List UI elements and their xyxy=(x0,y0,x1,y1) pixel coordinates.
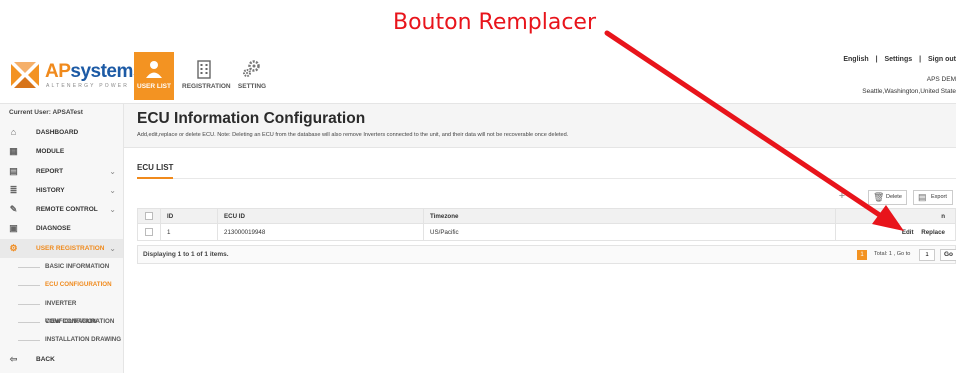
pagination-bar: Displaying 1 to 1 of 1 items. 1 Total: 1… xyxy=(137,245,956,264)
sidebar-item-history[interactable]: ≣ HISTORY ⌄ xyxy=(0,181,123,200)
pagination-info: Displaying 1 to 1 of 1 items. xyxy=(143,251,229,258)
column-header-id[interactable]: ID xyxy=(160,208,218,224)
go-button[interactable]: Go xyxy=(940,249,956,261)
section-underline xyxy=(137,177,173,179)
cell-timezone: US/Pacific xyxy=(423,223,836,241)
tab-registration[interactable]: REGISTRATION xyxy=(182,52,231,100)
app-header: APsystems ALTENERGY POWER USER LIST REGI… xyxy=(0,52,956,104)
chevron-down-icon: ⌄ xyxy=(109,205,116,215)
page-description: Add,edit,replace or delete ECU. Note: De… xyxy=(137,132,569,138)
top-links: English | Settings | Sign out xyxy=(838,56,956,63)
signout-link[interactable]: Sign out xyxy=(928,56,956,63)
page-number-button[interactable]: 1 xyxy=(857,250,867,260)
wrench-icon: ✎ xyxy=(9,204,18,215)
row-select-cell[interactable] xyxy=(137,223,161,241)
sidebar-subitem-installation-drawing[interactable]: INSTALLATION DRAWING xyxy=(0,331,123,349)
chevron-down-icon: ⌄ xyxy=(109,243,116,253)
replace-link[interactable]: Replace xyxy=(921,229,945,236)
tab-setting[interactable]: SETTING xyxy=(232,52,272,100)
sidebar-item-user-registration[interactable]: ⚙ USER REGISTRATION ⌄ xyxy=(0,238,123,259)
sidebar: Current User: APSATest ⌂ DASHBOARD ▦ MOD… xyxy=(0,104,124,373)
sidebar-item-remote-control[interactable]: ✎ REMOTE CONTROL ⌄ xyxy=(0,200,123,219)
settings-link[interactable]: Settings xyxy=(885,56,913,63)
export-icon: ▤ xyxy=(918,192,927,202)
divider xyxy=(137,178,956,179)
column-header-action: n xyxy=(835,208,956,224)
logo-text: APsystems xyxy=(45,61,143,82)
table-header-row: ID ECU ID Timezone n xyxy=(137,208,956,224)
delete-button[interactable]: 🗑 Delete xyxy=(868,190,907,205)
database-icon: ≣ xyxy=(9,184,18,195)
goto-page-input[interactable] xyxy=(919,249,935,261)
sidebar-subitem-ecu-configuration[interactable]: ECU CONFIGURATION xyxy=(0,276,123,294)
section-title: ECU LIST xyxy=(137,163,174,172)
cell-ecu-id: 213000019948 xyxy=(217,223,424,241)
page-title: ECU Information Configuration xyxy=(137,110,366,127)
user-icon xyxy=(146,61,162,78)
select-all-checkbox[interactable] xyxy=(145,212,153,220)
gears-icon xyxy=(243,60,260,77)
building-icon xyxy=(197,60,211,79)
apsystems-logo[interactable]: APsystems ALTENERGY POWER xyxy=(8,58,143,94)
language-link[interactable]: English xyxy=(843,56,868,63)
column-header-ecu-id[interactable]: ECU ID xyxy=(217,208,424,224)
tab-user-list[interactable]: USER LIST xyxy=(134,52,174,100)
main-content: ECU Information Configuration Add,edit,r… xyxy=(124,104,956,373)
current-user: Current User: APSATest xyxy=(9,109,83,116)
account-name: APS DEM xyxy=(926,76,956,83)
sidebar-item-report[interactable]: ▤ REPORT ⌄ xyxy=(0,162,123,181)
logo-mark-icon xyxy=(11,62,39,88)
cell-actions: Edit Replace xyxy=(835,223,956,241)
chevron-down-icon: ⌄ xyxy=(109,166,116,176)
row-checkbox[interactable] xyxy=(145,228,153,236)
page-header: ECU Information Configuration Add,edit,r… xyxy=(124,104,956,148)
sidebar-item-back[interactable]: ⇦ BACK xyxy=(0,350,123,369)
add-button[interactable]: + xyxy=(829,190,855,205)
sidebar-item-module[interactable]: ▦ MODULE xyxy=(0,142,123,161)
sidebar-subitem-inverter-configuration[interactable]: INVERTER CONFIGURATION xyxy=(0,295,123,325)
account-location: Seattle,Washington,United State xyxy=(862,88,956,95)
sidebar-item-diagnose[interactable]: ▣ DIAGNOSE xyxy=(0,219,123,238)
table-row: 1 213000019948 US/Pacific Edit Replace xyxy=(137,223,956,241)
logo-tagline: ALTENERGY POWER xyxy=(46,83,130,89)
sidebar-subitem-basic-information[interactable]: BASIC INFORMATION xyxy=(0,258,123,276)
select-all-cell[interactable] xyxy=(137,208,161,224)
edit-link[interactable]: Edit xyxy=(902,229,914,236)
back-icon: ⇦ xyxy=(9,353,18,364)
trash-icon: 🗑 xyxy=(873,192,885,202)
ecu-table: ID ECU ID Timezone n 1 213000019948 US/P… xyxy=(137,208,956,241)
sidebar-item-dashboard[interactable]: ⌂ DASHBOARD xyxy=(0,123,123,142)
diagnose-icon: ▣ xyxy=(9,223,18,234)
home-icon: ⌂ xyxy=(10,127,17,137)
separator: | xyxy=(919,56,922,63)
cogs-icon: ⚙ xyxy=(9,242,18,253)
annotation-title: Bouton Remplacer xyxy=(393,10,597,35)
separator: | xyxy=(875,56,878,63)
report-icon: ▤ xyxy=(9,165,18,176)
grid-icon: ▦ xyxy=(9,146,18,157)
column-header-timezone[interactable]: Timezone xyxy=(423,208,836,224)
export-button[interactable]: ▤ Export xyxy=(913,190,953,205)
chevron-down-icon: ⌄ xyxy=(109,185,116,195)
sidebar-subitem-view-configuration[interactable]: VIEW CONFIGURATION xyxy=(0,313,123,331)
cell-id: 1 xyxy=(160,223,218,241)
pagination-total: Total: 1 , Go to xyxy=(874,251,911,257)
